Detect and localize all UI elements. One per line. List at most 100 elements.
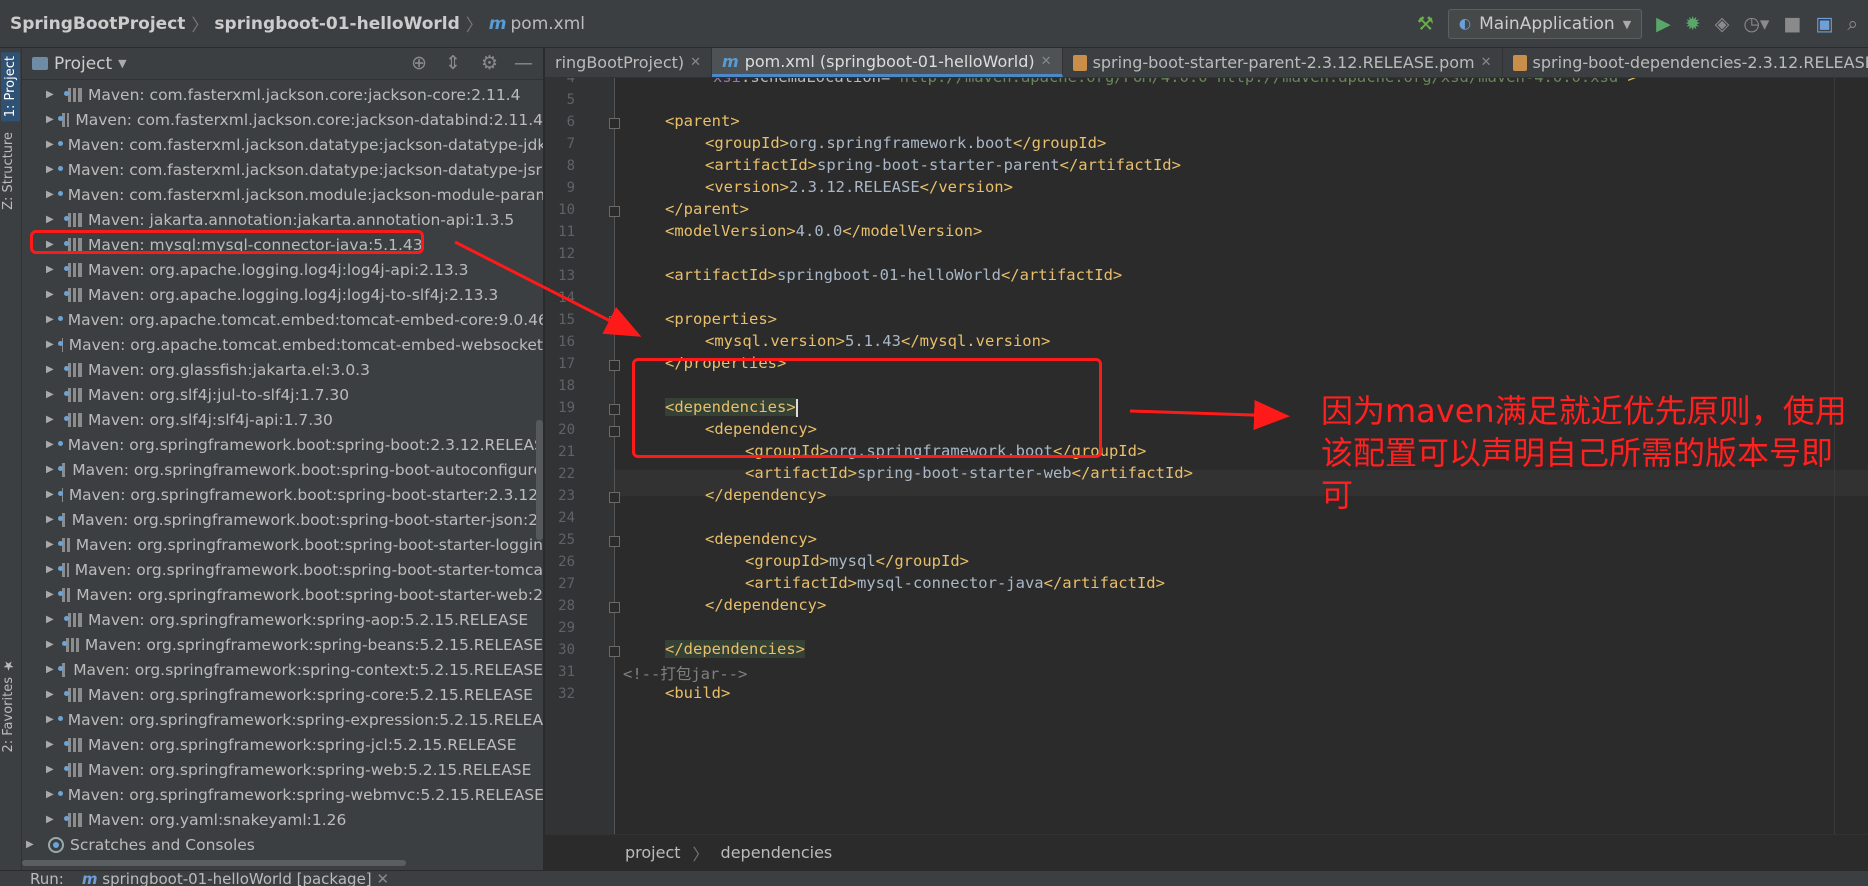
- tree-item-maven-library[interactable]: ▶ Maven: org.apache.tomcat.embed:tomcat-e…: [22, 307, 543, 332]
- tree-item-maven-library[interactable]: ▶ Maven: com.fasterxml.jackson.core:jacks…: [22, 107, 543, 132]
- run-icon[interactable]: ▶: [1656, 14, 1671, 34]
- tree-item-maven-library[interactable]: ▶ Maven: org.springframework:spring-webmv…: [22, 782, 543, 807]
- build-hammer-icon[interactable]: ⚒: [1417, 14, 1434, 34]
- horizontal-scrollbar[interactable]: [22, 860, 406, 866]
- fold-marker-icon[interactable]: [609, 404, 620, 415]
- collapse-all-icon[interactable]: ⇕: [445, 54, 461, 73]
- editor-tab[interactable]: spring-boot-dependencies-2.3.12.RELEASE.…: [1503, 48, 1868, 77]
- tree-item-maven-library[interactable]: ▶ Maven: org.springframework.boot:spring-…: [22, 557, 543, 582]
- search-everywhere-icon[interactable]: ⌕: [1847, 14, 1858, 34]
- close-icon[interactable]: ✕: [690, 55, 701, 70]
- tree-item-maven-library[interactable]: ▶ Maven: org.springframework:spring-web:5…: [22, 757, 543, 782]
- gear-icon[interactable]: ⚙: [481, 54, 498, 73]
- debug-icon[interactable]: ✹: [1685, 14, 1701, 34]
- coverage-icon[interactable]: ◈: [1715, 14, 1730, 34]
- tree-item-maven-library[interactable]: ▶ Maven: com.fasterxml.jackson.datatype:j…: [22, 157, 543, 182]
- tree-item-maven-library[interactable]: ▶ Maven: org.slf4j:slf4j-api:1.7.30: [22, 407, 543, 432]
- tree-item-maven-library[interactable]: ▶ Maven: org.apache.logging.log4j:log4j-a…: [22, 257, 543, 282]
- favorites-tool-tab[interactable]: 2: Favorites ★: [1, 658, 16, 753]
- expand-arrow-icon[interactable]: ▶: [46, 89, 60, 100]
- tree-item-maven-library[interactable]: ▶ Maven: org.apache.logging.log4j:log4j-t…: [22, 282, 543, 307]
- expand-arrow-icon[interactable]: ▶: [46, 364, 60, 375]
- tree-item-maven-library[interactable]: ▶ Maven: org.springframework:spring-core:…: [22, 682, 543, 707]
- expand-arrow-icon[interactable]: ▶: [46, 664, 54, 675]
- tree-item-maven-library[interactable]: ▶ Maven: com.fasterxml.jackson.core:jacks…: [22, 82, 543, 107]
- fold-marker-icon[interactable]: [609, 646, 620, 657]
- close-icon[interactable]: ✕: [376, 871, 389, 886]
- expand-arrow-icon[interactable]: ▶: [46, 539, 54, 550]
- locate-icon[interactable]: ⊕: [411, 54, 427, 73]
- fold-marker-icon[interactable]: [609, 360, 620, 371]
- tree-item-maven-library[interactable]: ▶ Maven: org.springframework.boot:spring-…: [22, 532, 543, 557]
- fold-marker-icon[interactable]: [609, 536, 620, 547]
- tree-item-maven-library[interactable]: ▶ Maven: org.springframework.boot:spring-…: [22, 507, 543, 532]
- editor-breadcrumb-project[interactable]: project: [625, 843, 681, 862]
- expand-arrow-icon[interactable]: ▶: [46, 389, 60, 400]
- expand-arrow-icon[interactable]: ▶: [46, 639, 58, 650]
- tree-item-maven-library[interactable]: ▶ Maven: org.slf4j:jul-to-slf4j:1.7.30: [22, 382, 543, 407]
- project-tool-tab[interactable]: 1: Project: [1, 52, 20, 122]
- tree-item-maven-library[interactable]: ▶ Maven: org.springframework:spring-expre…: [22, 707, 543, 732]
- expand-arrow-icon[interactable]: ▶: [46, 739, 60, 750]
- expand-arrow-icon[interactable]: ▶: [46, 189, 54, 200]
- hide-icon[interactable]: —: [514, 54, 533, 73]
- expand-arrow-icon[interactable]: ▶: [46, 414, 60, 425]
- tree-item-maven-library[interactable]: ▶ Maven: org.springframework:spring-beans…: [22, 632, 543, 657]
- fold-marker-icon[interactable]: [609, 426, 620, 437]
- project-structure-icon[interactable]: ▣: [1815, 14, 1833, 34]
- tree-item-maven-library[interactable]: ▶ Maven: org.glassfish:jakarta.el:3.0.3: [22, 357, 543, 382]
- project-panel-title[interactable]: Project: [54, 54, 112, 74]
- expand-arrow-icon[interactable]: ▶: [46, 589, 54, 600]
- tree-item-maven-library[interactable]: ▶ Maven: org.springframework:spring-jcl:5…: [22, 732, 543, 757]
- tree-item-maven-library[interactable]: ▶ Maven: org.springframework:spring-aop:5…: [22, 607, 543, 632]
- expand-arrow-icon[interactable]: ▶: [46, 564, 54, 575]
- fold-marker-icon[interactable]: [609, 206, 620, 217]
- expand-arrow-icon[interactable]: ▶: [46, 489, 54, 500]
- tree-item-maven-library[interactable]: ▶ Maven: org.springframework.boot:spring-…: [22, 432, 543, 457]
- tree-item-scratches[interactable]: ▶ Scratches and Consoles: [22, 832, 543, 857]
- run-tab[interactable]: m springboot-01-helloWorld [package] ✕: [82, 871, 389, 886]
- expand-arrow-icon[interactable]: ▶: [46, 164, 54, 175]
- expand-arrow-icon[interactable]: ▶: [46, 339, 54, 350]
- close-icon[interactable]: ✕: [1481, 55, 1492, 70]
- fold-marker-icon[interactable]: [609, 316, 620, 327]
- tree-item-maven-library[interactable]: ▶ Maven: org.springframework.boot:spring-…: [22, 482, 543, 507]
- tree-item-maven-library[interactable]: ▶ Maven: com.fasterxml.jackson.datatype:j…: [22, 132, 543, 157]
- profile-icon[interactable]: ◷▾: [1743, 14, 1769, 34]
- tree-item-maven-library[interactable]: ▶ Maven: org.springframework:spring-conte…: [22, 657, 543, 682]
- editor-tab[interactable]: ringBootProject) ✕: [545, 48, 713, 77]
- expand-arrow-icon[interactable]: ▶: [46, 289, 60, 300]
- structure-tool-tab[interactable]: Z: Structure: [1, 132, 16, 210]
- expand-arrow-icon[interactable]: ▶: [26, 839, 40, 850]
- expand-arrow-icon[interactable]: ▶: [46, 214, 60, 225]
- breadcrumb-project[interactable]: SpringBootProject: [10, 14, 185, 34]
- tree-item-maven-library[interactable]: ▶ Maven: org.apache.tomcat.embed:tomcat-e…: [22, 332, 543, 357]
- fold-marker-icon[interactable]: [609, 118, 620, 129]
- expand-arrow-icon[interactable]: ▶: [46, 139, 54, 150]
- stop-icon[interactable]: ■: [1783, 14, 1801, 34]
- run-configuration-select[interactable]: ◐ MainApplication ▼: [1447, 9, 1643, 39]
- expand-arrow-icon[interactable]: ▶: [46, 439, 54, 450]
- expand-arrow-icon[interactable]: ▶: [46, 314, 54, 325]
- tree-item-maven-library[interactable]: ▶ Maven: org.springframework.boot:spring-…: [22, 457, 543, 482]
- expand-arrow-icon[interactable]: ▶: [46, 514, 54, 525]
- breadcrumb-file[interactable]: pom.xml: [511, 14, 586, 34]
- expand-arrow-icon[interactable]: ▶: [46, 264, 60, 275]
- fold-marker-icon[interactable]: [609, 602, 620, 613]
- breadcrumb-module[interactable]: springboot-01-helloWorld: [214, 14, 459, 34]
- editor-tab[interactable]: spring-boot-starter-parent-2.3.12.RELEAS…: [1063, 48, 1503, 77]
- editor-tab[interactable]: m pom.xml (springboot-01-helloWorld) ✕: [712, 48, 1063, 77]
- tree-item-maven-library[interactable]: ▶ Maven: com.fasterxml.jackson.module:jac…: [22, 182, 543, 207]
- tree-item-maven-library[interactable]: ▶ Maven: org.yaml:snakeyaml:1.26: [22, 807, 543, 832]
- expand-arrow-icon[interactable]: ▶: [46, 614, 60, 625]
- tree-item-maven-library[interactable]: ▶ Maven: jakarta.annotation:jakarta.annot…: [22, 207, 543, 232]
- expand-arrow-icon[interactable]: ▶: [46, 114, 54, 125]
- expand-arrow-icon[interactable]: ▶: [46, 789, 54, 800]
- tree-item-maven-library[interactable]: ▶ Maven: org.springframework.boot:spring-…: [22, 582, 543, 607]
- editor-breadcrumb-dependencies[interactable]: dependencies: [721, 843, 833, 862]
- expand-arrow-icon[interactable]: ▶: [46, 464, 54, 475]
- fold-marker-icon[interactable]: [609, 492, 620, 503]
- expand-arrow-icon[interactable]: ▶: [46, 814, 60, 825]
- close-icon[interactable]: ✕: [1041, 54, 1052, 69]
- expand-arrow-icon[interactable]: ▶: [46, 764, 60, 775]
